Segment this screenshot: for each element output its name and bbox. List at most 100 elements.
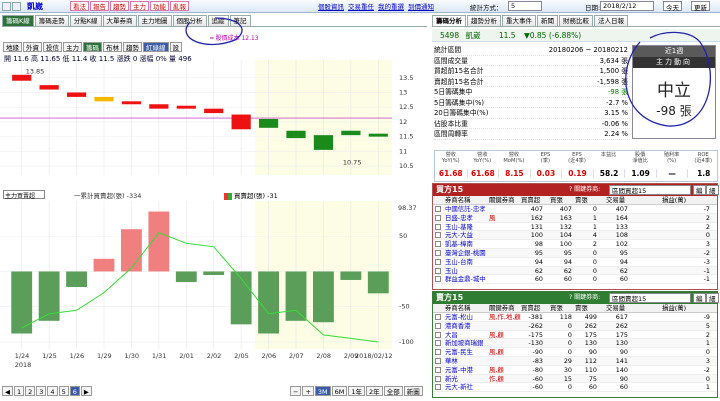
candle[interactable]	[176, 105, 196, 109]
search-box[interactable]	[2, 2, 21, 11]
right-tab-5[interactable]: 法人日報	[594, 15, 628, 26]
row-checkbox[interactable]	[435, 384, 441, 391]
sell-detail-button[interactable]: 細	[706, 293, 719, 303]
net-bar[interactable]	[93, 258, 115, 272]
buy-range-select[interactable]: 區間買超15	[609, 185, 691, 195]
table-row[interactable]: 元大-大益 100 104 4 108 0	[433, 231, 717, 241]
right-tab-0[interactable]: 籌碼分析	[432, 15, 466, 26]
toolbar-btn-1[interactable]: 外資	[23, 42, 42, 52]
left-tab-3[interactable]: 大單券商	[102, 15, 137, 26]
left-tab-5[interactable]: 個股分析	[172, 15, 207, 26]
row-checkbox[interactable]	[435, 258, 441, 265]
left-tab-0[interactable]: 籌碼K線	[2, 15, 34, 26]
table-row[interactable]: 中國信託-忠孝 407 407 0 407 -7	[433, 205, 717, 214]
top-link-2[interactable]: 我的重選	[378, 3, 404, 11]
row-checkbox[interactable]	[435, 249, 441, 256]
stat-method-select[interactable]: 5	[508, 1, 542, 11]
table-row[interactable]: 玉山-基隆 131 132 1 133 2	[433, 222, 717, 232]
row-checkbox[interactable]	[435, 349, 441, 356]
left-tab-2[interactable]: 分點K線	[69, 15, 102, 26]
toolbar-btn-6[interactable]: 趨勢	[123, 42, 142, 52]
candle[interactable]	[258, 118, 279, 128]
zoom-2[interactable]: 1年	[348, 386, 366, 396]
zoom-5[interactable]: 新圖	[403, 386, 423, 396]
right-tab-1[interactable]: 趨勢分析	[467, 15, 501, 26]
top-link-0[interactable]: 個股資訊	[318, 3, 344, 11]
pager-prev-icon[interactable]: ◀	[2, 386, 13, 396]
candle[interactable]	[341, 130, 361, 136]
toolbar-btn-5[interactable]: 布林	[103, 42, 122, 52]
table-row[interactable]: 玉山-台南 94 94 0 94 -3	[433, 257, 717, 267]
candle[interactable]	[121, 101, 142, 105]
candle[interactable]	[231, 114, 251, 130]
left-tab-6[interactable]: 追蹤	[207, 15, 229, 26]
table-row[interactable]: 凱基-樟南 98 100 2 102 3	[433, 240, 717, 249]
candle[interactable]	[12, 74, 32, 81]
left-tab-4[interactable]: 主力地圖	[137, 15, 172, 26]
row-checkbox[interactable]	[435, 241, 441, 248]
sell-edit-button[interactable]: 編	[693, 293, 706, 303]
row-checkbox[interactable]	[435, 331, 441, 338]
row-checkbox[interactable]	[435, 232, 441, 239]
net-bar[interactable]	[285, 271, 307, 321]
net-bar[interactable]	[203, 271, 225, 275]
candle[interactable]	[286, 130, 306, 139]
candle[interactable]	[204, 108, 224, 114]
left-tab-7[interactable]: 筆記	[229, 15, 251, 26]
toolbar-btn-2[interactable]: 投信	[43, 42, 62, 52]
left-tab-1[interactable]: 籌碼走勢	[34, 15, 69, 26]
buy-edit-button[interactable]: 編	[693, 185, 706, 195]
top-button-3[interactable]: 主力	[130, 1, 149, 11]
right-tab-4[interactable]: 財務比較	[559, 15, 593, 26]
table-row[interactable]: 群益金鼎-城中 60 60 0 60 -1	[433, 275, 717, 285]
toolbar-btn-7[interactable]: 紅綠線	[143, 42, 169, 52]
table-row[interactable]: 元富-松山 風,作,地,顧 -381 118 499 617 -9	[433, 313, 717, 322]
zoom-4[interactable]: 全部	[383, 386, 403, 396]
right-tab-2[interactable]: 重大事件	[502, 15, 536, 26]
top-button-5[interactable]: 亂報	[170, 1, 189, 11]
net-bar[interactable]	[230, 271, 252, 325]
top-button-1[interactable]: 報告	[90, 1, 109, 11]
pager-page-6[interactable]: 6	[69, 386, 80, 396]
toolbar-btn-4[interactable]: 籌碼	[83, 42, 102, 52]
row-checkbox[interactable]	[435, 322, 441, 329]
table-row[interactable]: 港商香港 -262 0 262 262 5	[433, 321, 717, 331]
net-bar[interactable]	[66, 271, 87, 287]
top-link-1[interactable]: 交易重任	[348, 3, 374, 11]
net-bar[interactable]	[367, 271, 389, 294]
right-tab-3[interactable]: 新聞	[537, 15, 558, 26]
candle[interactable]	[66, 92, 87, 97]
net-bar[interactable]	[340, 271, 362, 280]
top-button-2[interactable]: 趨勢	[110, 1, 129, 11]
today-button[interactable]: 今天	[663, 1, 682, 12]
candle[interactable]	[313, 135, 334, 150]
table-row[interactable]: 元富-中港 風,顧 -80 30 110 140 -2	[433, 365, 717, 375]
dropdown-icon[interactable]	[12, 2, 21, 11]
net-bar[interactable]	[313, 271, 334, 323]
table-row[interactable]: 新加坡商瑞銀 -130 0 130 130 1	[433, 339, 717, 349]
row-checkbox[interactable]	[435, 366, 441, 373]
table-row[interactable]: 日盛-忠孝 風 162 163 1 164 2	[433, 213, 717, 223]
row-checkbox[interactable]	[435, 357, 441, 364]
pager-page-2[interactable]: 2	[25, 386, 36, 396]
toolbar-btn-3[interactable]: 主力	[63, 42, 82, 52]
toolbar-btn-8[interactable]: 設	[169, 42, 182, 52]
row-checkbox[interactable]	[435, 314, 441, 320]
candle[interactable]	[368, 133, 388, 137]
top-button-0[interactable]: 看法	[70, 1, 89, 11]
search-icon[interactable]	[2, 2, 11, 11]
buy-detail-button[interactable]: 細	[706, 185, 719, 195]
zoom-3[interactable]: 2年	[366, 386, 383, 396]
candle[interactable]	[39, 85, 59, 90]
row-checkbox[interactable]	[435, 214, 441, 221]
row-checkbox[interactable]	[435, 223, 441, 230]
zoom-1[interactable]: 6M	[331, 386, 348, 396]
sell-range-select[interactable]: 區間賣超15	[609, 293, 691, 303]
zoom-out-icon[interactable]: −	[290, 386, 302, 396]
indicator-select[interactable]: 主力買賣超	[3, 190, 45, 200]
table-row[interactable]: 華林 -83 29 112 141 3	[433, 356, 717, 366]
candle[interactable]	[94, 96, 114, 102]
row-checkbox[interactable]	[435, 276, 441, 283]
zoom-0[interactable]: 3M	[314, 386, 331, 396]
toolbar-btn-0[interactable]: 地緣	[3, 42, 22, 52]
